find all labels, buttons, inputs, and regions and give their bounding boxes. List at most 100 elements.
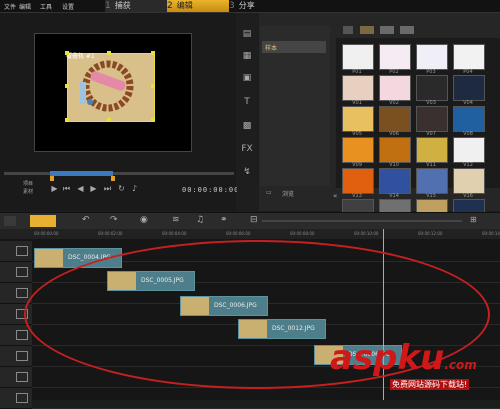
resize-handle[interactable] [107, 51, 111, 55]
resize-handle[interactable] [65, 51, 69, 55]
tab-label: 编辑 [176, 1, 193, 10]
library-thumbnail[interactable] [342, 44, 374, 70]
library-thumbnail[interactable] [416, 106, 448, 132]
library-thumbnail[interactable] [379, 106, 411, 132]
zoom-icon[interactable]: ⊟ [250, 215, 258, 225]
overlay-image[interactable] [67, 53, 155, 122]
redo-icon[interactable]: ↷ [110, 215, 118, 225]
tab-share[interactable]: 3 分享 [229, 0, 279, 12]
resize-handle[interactable] [151, 118, 155, 122]
ruler-tick-label: 00:00:06:00 [226, 231, 251, 236]
menu-settings[interactable]: 设置 [62, 2, 74, 11]
library-thumbnail[interactable] [453, 75, 485, 101]
library-thumbnail[interactable] [453, 168, 485, 194]
record-icon[interactable]: ◉ [140, 215, 148, 225]
next-frame-icon[interactable]: ▶ [89, 184, 98, 193]
library-thumbnail[interactable] [342, 75, 374, 101]
trim-end-marker[interactable] [111, 176, 115, 181]
browse-button[interactable]: 浏览 [282, 189, 294, 198]
resize-handle[interactable] [65, 84, 69, 88]
menu-file[interactable]: 文件 [4, 2, 16, 11]
title-icon[interactable]: T [241, 96, 253, 108]
timeline-toolbar: ↶ ↷ ◉ ≋ ♫ ⚭ ⊟ ⊞ [0, 212, 500, 230]
end-icon[interactable]: ⏭ [103, 184, 112, 193]
ruler-tick-label: 00:00:02:00 [98, 231, 123, 236]
track-type-icon [16, 267, 28, 277]
mode-selector[interactable]: 项目 素材 [23, 180, 33, 196]
library-thumbnail[interactable] [379, 137, 411, 163]
mode-clip[interactable]: 素材 [23, 188, 33, 196]
home-icon[interactable]: ⏮ [62, 184, 71, 193]
library-thumbnail[interactable] [379, 168, 411, 194]
auto-music-icon[interactable]: ♫ [196, 215, 204, 225]
scrubber-bar[interactable] [4, 172, 234, 175]
library-thumbnail[interactable] [379, 75, 411, 101]
track-header[interactable] [0, 346, 32, 367]
tab-edit[interactable]: 2 编辑 [167, 0, 229, 12]
library-thumbnail[interactable] [416, 75, 448, 101]
filter-icon[interactable]: FX [241, 143, 253, 155]
collapse-icon[interactable]: « [333, 192, 337, 200]
instant-project-icon[interactable]: ▦ [241, 50, 253, 62]
library-thumbnail[interactable] [416, 44, 448, 70]
resize-handle[interactable] [107, 118, 111, 122]
media-icon[interactable]: ▤ [241, 28, 253, 40]
trim-range[interactable] [50, 171, 113, 176]
library-thumbnail[interactable] [342, 168, 374, 194]
library-thumbnail[interactable] [453, 137, 485, 163]
library-thumbnail[interactable] [453, 106, 485, 132]
library-thumbnail[interactable] [379, 44, 411, 70]
library-category-bar [237, 13, 259, 211]
prev-frame-icon[interactable]: ◀ [76, 184, 85, 193]
track-type-icon [16, 330, 28, 340]
watermark-brand: aspku [330, 338, 445, 378]
ruler-tick-label: 00:00:10:00 [354, 231, 379, 236]
video-filter-icon[interactable] [360, 26, 374, 34]
tab-number: 1 [105, 1, 111, 11]
mode-project[interactable]: 项目 [23, 180, 33, 188]
library-thumbnail[interactable] [416, 137, 448, 163]
storyboard-view-icon[interactable] [4, 216, 16, 226]
library-thumbnail[interactable] [416, 168, 448, 194]
resize-handle[interactable] [151, 51, 155, 55]
resize-handle[interactable] [151, 84, 155, 88]
folder-view-icon[interactable] [343, 26, 353, 34]
timeline-view-icon[interactable] [30, 215, 56, 227]
undo-icon[interactable]: ↶ [82, 215, 90, 225]
library-thumbnail[interactable] [342, 106, 374, 132]
timecode-display[interactable]: 00:00:00:00 [182, 186, 239, 194]
overlay-picture [80, 60, 134, 112]
trim-start-marker[interactable] [50, 176, 54, 181]
repeat-icon[interactable]: ↻ [117, 184, 126, 193]
track-type-icon [16, 288, 28, 298]
graphic-icon[interactable]: ▩ [241, 120, 253, 132]
tab-capture[interactable]: 1 捕获 [105, 0, 167, 12]
track-header[interactable] [0, 262, 32, 283]
library-thumbnail[interactable] [453, 44, 485, 70]
audio-mix-icon[interactable]: ≋ [172, 215, 180, 225]
zoom-slider[interactable] [262, 220, 462, 222]
menu-tools[interactable]: 工具 [40, 2, 52, 11]
ruler-tick-label: 00:00:14:00 [482, 231, 500, 236]
track-manager-icon[interactable]: ⚭ [220, 215, 228, 225]
browse-icon[interactable]: ▭ [266, 189, 272, 196]
path-icon[interactable]: ↯ [241, 166, 253, 178]
top-bar: 文件 编辑 工具 设置 1 捕获 2 编辑 3 分享 [0, 0, 500, 13]
play-icon[interactable]: ▶ [50, 184, 59, 193]
audio-filter-icon[interactable] [400, 26, 414, 34]
resize-handle[interactable] [65, 118, 69, 122]
library-thumbnail[interactable] [342, 137, 374, 163]
zoom-in-icon[interactable]: ⊞ [470, 215, 477, 224]
menu-edit[interactable]: 编辑 [19, 2, 31, 11]
track-type-icon [16, 372, 28, 382]
volume-icon[interactable]: ♪ [130, 184, 139, 193]
photo-filter-icon[interactable] [380, 26, 394, 34]
tab-number: 3 [229, 1, 235, 11]
folder-item-sample[interactable]: 样本 [262, 41, 326, 53]
track-header[interactable] [0, 241, 32, 262]
track-header[interactable] [0, 367, 32, 388]
track-header[interactable] [0, 388, 32, 409]
tab-number: 2 [167, 1, 173, 11]
track-type-icon [16, 393, 28, 403]
transition-icon[interactable]: ▣ [241, 72, 253, 84]
